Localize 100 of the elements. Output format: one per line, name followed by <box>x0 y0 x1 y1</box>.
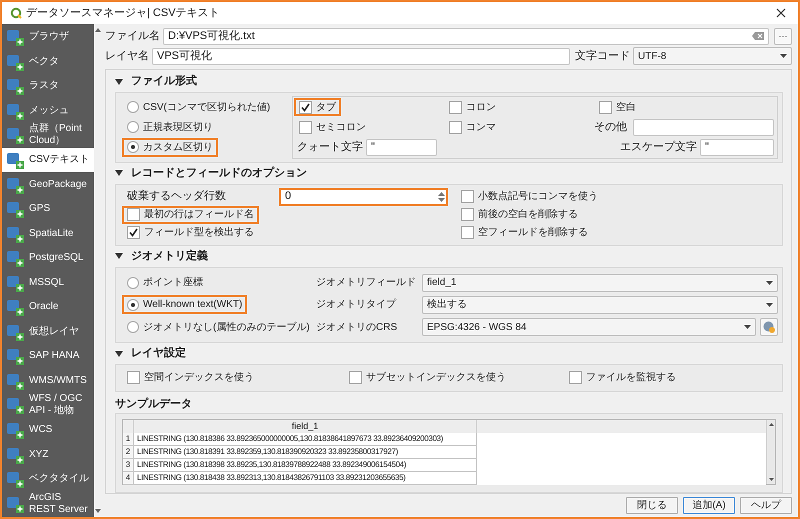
crs-button[interactable] <box>760 318 778 336</box>
dropdown[interactable]: field_1 <box>422 274 778 292</box>
spin-box[interactable]: 0 <box>279 188 448 206</box>
section-header[interactable]: レコードとフィールドのオプション <box>115 166 307 181</box>
checkbox[interactable] <box>599 100 612 114</box>
radio-button[interactable] <box>127 141 139 154</box>
section-header[interactable]: ファイル形式 <box>115 74 197 89</box>
sidebar-item[interactable]: Oracle <box>2 295 94 320</box>
checkbox[interactable] <box>349 371 362 384</box>
layer-add-icon <box>6 200 24 218</box>
sidebar-item[interactable]: WMS/WMTS <box>2 368 94 394</box>
sidebar-item[interactable]: ブラウザ <box>2 25 94 50</box>
checkbox[interactable] <box>461 226 474 240</box>
section-header[interactable]: レイヤ設定 <box>115 346 186 362</box>
layer-add-icon <box>6 176 24 194</box>
sidebar-item[interactable]: メッシュ <box>2 98 94 124</box>
sidebar-item[interactable]: CSVテキスト <box>2 148 94 172</box>
radio-option[interactable]: ポイント座標 <box>122 273 208 292</box>
checkbox-option[interactable]: 空フィールドを削除する <box>456 224 593 242</box>
checkbox-option[interactable]: セミコロン <box>294 118 371 136</box>
caret-icon <box>780 54 787 58</box>
sidebar-item[interactable]: XYZ <box>2 442 94 467</box>
checkbox[interactable] <box>449 100 462 114</box>
text-field[interactable] <box>633 118 774 136</box>
section-title: サンプルデータ <box>115 396 193 410</box>
layer-add-icon <box>6 274 24 292</box>
checkbox-option[interactable]: コンマ <box>444 118 501 136</box>
clear-icon <box>752 32 764 40</box>
checkbox[interactable] <box>127 226 140 240</box>
row-number[interactable]: 1 <box>123 433 134 446</box>
table-cell: LINESTRING (130.818398 33.89235,130.81839788922488 33.892349006154504) <box>134 459 477 472</box>
sidebar-item[interactable]: PostgreSQL <box>2 246 94 270</box>
radio-button[interactable] <box>127 321 139 334</box>
checkbox[interactable] <box>127 208 140 222</box>
table-cell: LINESTRING (130.818438 33.892313,130.81843826791103 33.89231203655635) <box>134 472 477 486</box>
checkbox-option[interactable]: コロン <box>444 98 501 116</box>
text-field[interactable]: D:¥VPS可視化.txt <box>163 28 769 44</box>
scrollbar[interactable] <box>766 420 775 484</box>
checkbox-option[interactable]: ファイルを監視する <box>564 368 681 387</box>
row-number[interactable]: 4 <box>123 472 134 486</box>
sidebar-item[interactable]: ベクタ <box>2 50 94 74</box>
checkbox[interactable] <box>299 100 312 114</box>
radio-button[interactable] <box>127 121 139 134</box>
sidebar-item[interactable]: SpatiaLite <box>2 221 94 246</box>
layer-add-icon <box>6 126 24 144</box>
radio-option[interactable]: CSV(コンマで区切られた値) <box>122 98 276 117</box>
caret-icon <box>766 280 773 285</box>
radio-option[interactable]: ジオメトリなし(属性のみのテーブル) <box>122 318 315 337</box>
radio-option[interactable]: Well-known text(WKT) <box>122 295 248 314</box>
checkbox[interactable] <box>449 120 462 134</box>
sidebar-item[interactable]: 点群（Point Cloud） <box>2 123 94 148</box>
checkbox-option[interactable]: 前後の空白を削除する <box>456 206 583 224</box>
text-field[interactable]: " <box>366 139 437 156</box>
dropdown[interactable]: 検出する <box>422 296 778 314</box>
checkbox-option[interactable]: 小数点記号にコンマを使う <box>456 188 603 206</box>
radio-button[interactable] <box>127 298 139 311</box>
section-header[interactable]: ジオメトリ定義 <box>115 248 208 264</box>
checkbox[interactable] <box>461 208 474 222</box>
checkbox[interactable] <box>461 190 474 204</box>
layer-add-icon <box>6 249 24 268</box>
checkbox-option[interactable]: タブ <box>294 98 341 116</box>
checkbox[interactable] <box>569 371 582 384</box>
sidebar-item[interactable]: 仮想レイヤ <box>2 320 94 344</box>
dropdown[interactable]: EPSG:4326 - WGS 84 <box>422 318 756 336</box>
checkbox[interactable] <box>127 371 140 384</box>
dialog-button[interactable]: 追加(A) <box>683 497 735 514</box>
checkbox-option[interactable]: 空間インデックスを使う <box>122 368 259 387</box>
dialog-button[interactable]: ヘルプ <box>740 497 792 514</box>
radio-button[interactable] <box>127 101 139 114</box>
checkbox[interactable] <box>299 120 312 134</box>
sidebar-item[interactable]: WFS / OGC API - 地物 <box>2 393 94 418</box>
sidebar-item[interactable]: GeoPackage <box>2 172 94 197</box>
checkbox-option[interactable]: フィールド型を検出する <box>122 224 259 242</box>
checkbox-option[interactable]: 最初の行はフィールド名 <box>122 206 259 224</box>
sidebar-item[interactable]: SAP HANA <box>2 344 94 369</box>
text-field[interactable]: VPS可視化 <box>152 48 570 64</box>
browse-button[interactable]: ··· <box>774 28 792 44</box>
dialog-button[interactable]: 閉じる <box>626 497 678 514</box>
layer-add-icon <box>6 421 24 440</box>
sidebar-item[interactable]: MSSQL <box>2 270 94 296</box>
sidebar-item[interactable]: WCS <box>2 418 94 442</box>
text-field[interactable]: " <box>700 139 774 156</box>
spinner-arrows-icon <box>438 192 445 202</box>
layer-add-icon <box>6 396 24 414</box>
layer-add-icon <box>6 151 24 169</box>
row-number[interactable]: 3 <box>123 459 134 472</box>
radio-option[interactable]: 正規表現区切り <box>122 118 218 137</box>
radio-option[interactable]: カスタム区切り <box>122 138 218 157</box>
sidebar-item[interactable]: ラスタ <box>2 74 94 99</box>
checkbox-option[interactable]: サブセットインデックスを使う <box>344 368 511 387</box>
sidebar-item[interactable]: GPS <box>2 196 94 222</box>
sidebar-item[interactable]: ベクタタイル <box>2 466 94 492</box>
layer-add-icon <box>6 77 24 96</box>
sidebar-item[interactable]: ArcGIS REST Server <box>2 491 94 516</box>
radio-button[interactable] <box>127 276 139 289</box>
dropdown[interactable]: UTF-8 <box>633 47 792 65</box>
row-number[interactable]: 2 <box>123 446 134 460</box>
layer-add-icon <box>6 494 24 513</box>
globe-icon <box>763 321 775 334</box>
checkbox-option[interactable]: 空白 <box>594 98 641 116</box>
